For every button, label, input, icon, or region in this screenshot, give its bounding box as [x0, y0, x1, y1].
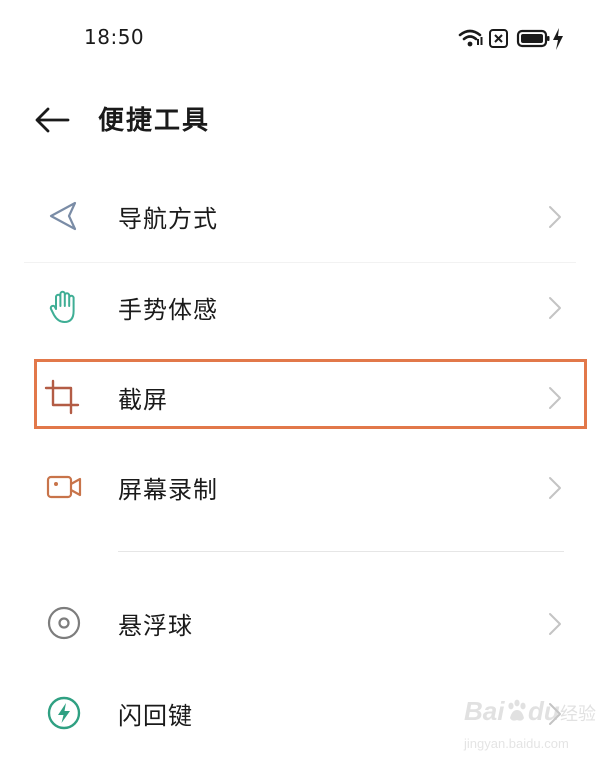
- menu-item-label: 手势体感: [118, 296, 218, 324]
- menu-item-gestures[interactable]: 手势体感: [0, 261, 600, 351]
- navigation-triangle-icon: [49, 201, 77, 231]
- menu-item-navigation[interactable]: 导航方式: [0, 170, 600, 260]
- section-divider: [118, 551, 564, 552]
- floating-ball-icon: [47, 606, 81, 640]
- wifi-icon: [458, 29, 483, 47]
- chevron-right-icon: [549, 387, 561, 409]
- chevron-right-icon: [549, 297, 561, 319]
- menu-item-screen-record[interactable]: 屏幕录制: [0, 441, 600, 531]
- menu-item-label: 截屏: [118, 386, 168, 414]
- menu-item-screenshot[interactable]: 截屏: [0, 351, 600, 441]
- status-icons: [458, 28, 563, 50]
- crop-icon: [44, 379, 80, 415]
- battery-icon: [516, 29, 550, 48]
- chevron-right-icon: [549, 613, 561, 635]
- chevron-right-icon: [549, 206, 561, 228]
- chevron-right-icon: [549, 703, 561, 725]
- charging-icon: [553, 28, 563, 50]
- status-bar: 18:50: [0, 0, 600, 78]
- menu-item-label: 闪回键: [118, 702, 193, 730]
- flashback-bolt-icon: [47, 696, 81, 730]
- header: 便捷工具: [0, 80, 600, 160]
- menu-item-label: 悬浮球: [118, 612, 193, 640]
- menu-item-floating-ball[interactable]: 悬浮球: [0, 577, 600, 667]
- video-camera-icon: [46, 475, 82, 499]
- status-time: 18:50: [84, 25, 145, 49]
- menu-item-label: 导航方式: [118, 205, 218, 233]
- arrow-left-icon[interactable]: [30, 102, 72, 138]
- chevron-right-icon: [549, 477, 561, 499]
- sim-off-icon: [489, 29, 508, 48]
- page-title: 便捷工具: [98, 106, 211, 136]
- menu-item-label: 屏幕录制: [118, 476, 218, 504]
- menu-item-flashback[interactable]: 闪回键: [0, 667, 600, 757]
- hand-gesture-icon: [49, 290, 75, 323]
